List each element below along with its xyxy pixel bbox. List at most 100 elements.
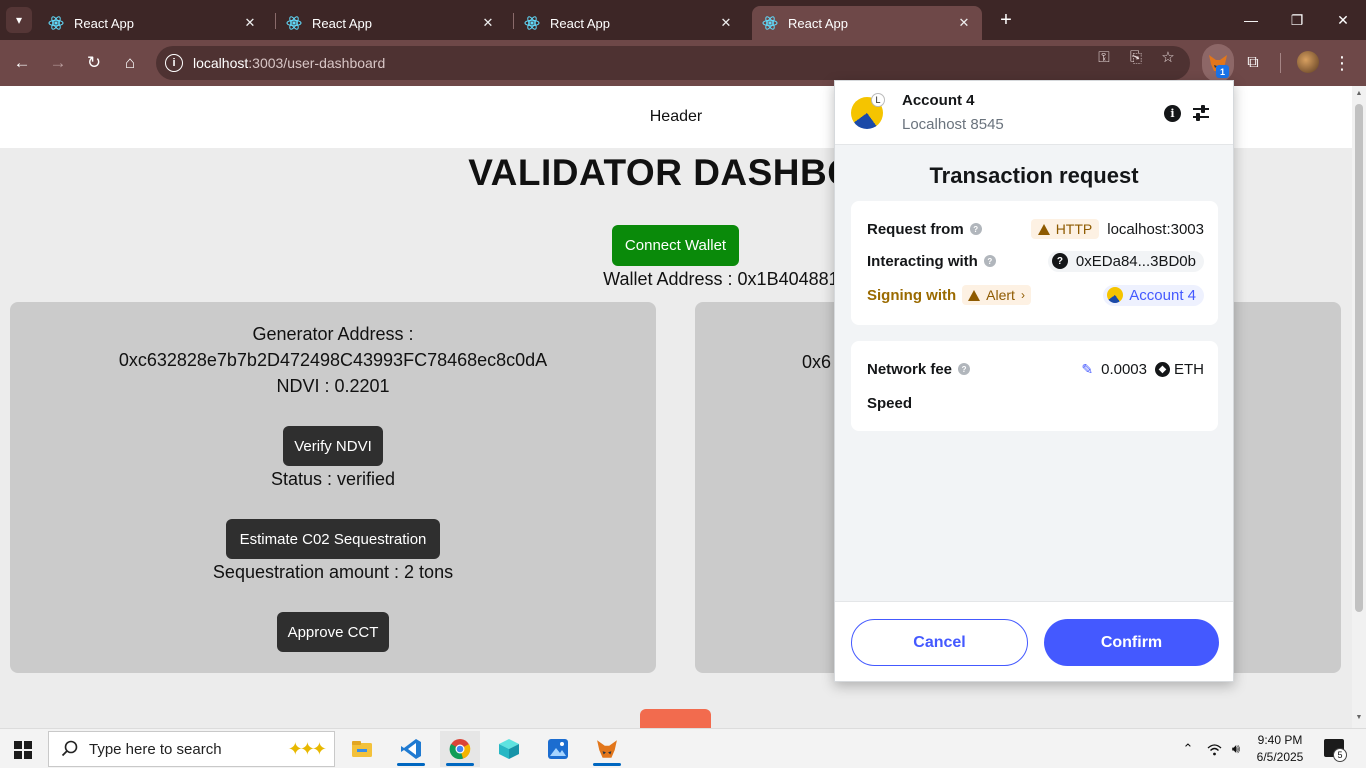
network-fee-row: Network fee ? ✎ 0.0003 ◆ ETH bbox=[867, 357, 1204, 381]
page-scrollbar[interactable]: ▲ ▼ bbox=[1352, 86, 1366, 728]
profile-avatar[interactable] bbox=[1297, 51, 1319, 73]
cancel-button[interactable]: Cancel bbox=[851, 619, 1028, 666]
request-origin: localhost:3003 bbox=[1107, 220, 1204, 238]
plus-icon[interactable]: + bbox=[994, 8, 1018, 32]
help-icon[interactable]: ? bbox=[983, 255, 996, 267]
edit-gas-icon[interactable]: ✎ bbox=[1081, 361, 1093, 378]
help-icon[interactable]: ? bbox=[958, 363, 971, 375]
volume-icon[interactable]: 🔊︎ bbox=[1228, 739, 1244, 759]
browser-tab[interactable]: React App ✕ bbox=[514, 6, 744, 40]
http-label: HTTP bbox=[1055, 221, 1093, 237]
back-icon[interactable]: ← bbox=[8, 49, 36, 77]
network-badge: L bbox=[871, 93, 885, 107]
network-name: Localhost 8545 bbox=[902, 116, 1004, 133]
signing-label: Signing with bbox=[867, 286, 957, 304]
window-close-icon[interactable]: ✕ bbox=[1320, 0, 1366, 40]
approve-cct-button[interactable]: Approve CCT bbox=[277, 612, 389, 652]
warning-icon bbox=[1037, 223, 1050, 235]
scroll-thumb[interactable] bbox=[1355, 104, 1363, 612]
help-icon[interactable]: ? bbox=[969, 223, 982, 235]
cube-app-icon[interactable] bbox=[489, 731, 529, 767]
forward-icon[interactable]: → bbox=[44, 49, 72, 77]
browser-tab[interactable]: React App ✕ bbox=[38, 6, 268, 40]
fee-details-box: Network fee ? ✎ 0.0003 ◆ ETH Speed bbox=[851, 341, 1218, 431]
info-icon[interactable]: i bbox=[1164, 105, 1181, 122]
account-avatar bbox=[1107, 287, 1124, 303]
reload-icon[interactable]: ↻ bbox=[80, 49, 108, 77]
tab-title: React App bbox=[312, 15, 372, 31]
scroll-down-icon[interactable]: ▼ bbox=[1354, 714, 1364, 724]
extension-badge: 1 bbox=[1216, 65, 1229, 78]
metamask-footer: Cancel Confirm bbox=[835, 601, 1233, 681]
metamask-app-icon[interactable] bbox=[587, 731, 627, 767]
scroll-up-icon[interactable]: ▲ bbox=[1354, 90, 1364, 100]
wifi-icon[interactable] bbox=[1206, 739, 1222, 759]
interacting-label: Interacting with bbox=[867, 252, 978, 270]
bookmark-star-icon[interactable]: ☆ bbox=[1158, 48, 1178, 66]
extensions-puzzle-icon[interactable]: ⧉ bbox=[1242, 52, 1264, 74]
taskbar-search[interactable]: Type here to search ✦✦✦ bbox=[48, 731, 335, 767]
signing-with-row: Signing with Alert › Account 4 bbox=[867, 283, 1204, 307]
close-icon[interactable]: ✕ bbox=[242, 15, 258, 31]
react-icon bbox=[48, 16, 64, 30]
logout-button[interactable] bbox=[640, 709, 711, 728]
browser-tab-strip: ▾ React App ✕ React App ✕ React App ✕ Re… bbox=[0, 0, 1366, 40]
alert-badge[interactable]: Alert › bbox=[962, 285, 1031, 305]
more-menu-icon[interactable]: ⋮ bbox=[1332, 51, 1352, 75]
windows-start-icon[interactable] bbox=[14, 741, 32, 759]
transaction-title: Transaction request bbox=[929, 163, 1139, 188]
browser-tab[interactable]: React App ✕ bbox=[276, 6, 506, 40]
file-explorer-icon[interactable] bbox=[342, 731, 382, 767]
status-text: Status : verified bbox=[270, 469, 396, 489]
unknown-contract-icon: ? bbox=[1051, 253, 1068, 269]
url-text[interactable]: localhost:3003/user-dashboard bbox=[193, 55, 385, 71]
search-placeholder: Type here to search bbox=[89, 740, 222, 758]
confirm-button[interactable]: Confirm bbox=[1044, 619, 1219, 666]
password-key-icon[interactable]: ⚿ bbox=[1094, 48, 1114, 66]
install-app-icon[interactable]: ⎘ bbox=[1126, 48, 1146, 66]
close-icon[interactable]: ✕ bbox=[480, 15, 496, 31]
metamask-header: L Account 4 Localhost 8545 i bbox=[835, 81, 1233, 145]
request-from-label: Request from bbox=[867, 220, 964, 238]
metamask-popup: L Account 4 Localhost 8545 i Transaction… bbox=[834, 80, 1234, 682]
react-icon bbox=[524, 16, 540, 30]
account-name: Account 4 bbox=[902, 92, 975, 109]
clock-date: 6/5/2025 bbox=[1256, 750, 1304, 764]
ndvi-value: NDVI : 0.2201 bbox=[276, 376, 390, 396]
advanced-settings-icon[interactable] bbox=[1192, 103, 1210, 123]
chevron-right-icon: › bbox=[1020, 288, 1025, 302]
signing-account: Account 4 bbox=[1129, 286, 1196, 304]
taskbar: Type here to search ✦✦✦ ⌃ 🔊︎ 9:40 PM 6/5… bbox=[0, 728, 1366, 768]
chevron-up-icon[interactable]: ⌃ bbox=[1180, 739, 1196, 759]
react-icon bbox=[762, 16, 778, 30]
minimize-icon[interactable]: — bbox=[1228, 0, 1274, 40]
estimate-co2-button[interactable]: Estimate C02 Sequestration bbox=[226, 519, 440, 559]
chrome-icon[interactable] bbox=[440, 731, 480, 767]
sequestration-amount: Sequestration amount : 2 tons bbox=[212, 562, 454, 582]
tab-title: React App bbox=[788, 15, 848, 31]
photos-app-icon[interactable] bbox=[538, 731, 578, 767]
close-icon[interactable]: ✕ bbox=[718, 15, 734, 31]
browser-tab-active[interactable]: React App ✕ bbox=[752, 6, 982, 40]
signing-account-pill[interactable]: Account 4 bbox=[1103, 284, 1204, 306]
url-path: :3003/user-dashboard bbox=[248, 55, 386, 71]
system-clock[interactable]: 9:40 PM 6/5/2025 bbox=[1250, 732, 1310, 766]
contract-address-pill[interactable]: ? 0xEDa84...3BD0b bbox=[1047, 250, 1204, 272]
connect-wallet-button[interactable]: Connect Wallet bbox=[612, 225, 739, 266]
tab-search-icon[interactable]: ▾ bbox=[6, 7, 32, 33]
generator-label: Generator Address : bbox=[252, 324, 414, 344]
fee-unit: ETH bbox=[1174, 360, 1204, 378]
speed-row: Speed bbox=[867, 391, 1204, 415]
network-fee-label: Network fee bbox=[867, 360, 953, 378]
request-from-row: Request from ? HTTP localhost:3003 bbox=[867, 217, 1204, 241]
verify-ndvi-button[interactable]: Verify NDVI bbox=[283, 426, 383, 466]
vscode-icon[interactable] bbox=[391, 731, 431, 767]
generator-card: Generator Address : 0xc632828e7b7b2D4724… bbox=[10, 302, 656, 673]
react-icon bbox=[286, 16, 302, 30]
address-bar[interactable]: i localhost:3003/user-dashboard bbox=[156, 46, 1190, 80]
close-icon[interactable]: ✕ bbox=[956, 15, 972, 31]
restore-icon[interactable]: ❐ bbox=[1274, 0, 1320, 40]
home-icon[interactable]: ⌂ bbox=[116, 49, 144, 77]
http-warning-badge: HTTP bbox=[1030, 219, 1100, 239]
site-info-icon[interactable]: i bbox=[165, 54, 183, 72]
